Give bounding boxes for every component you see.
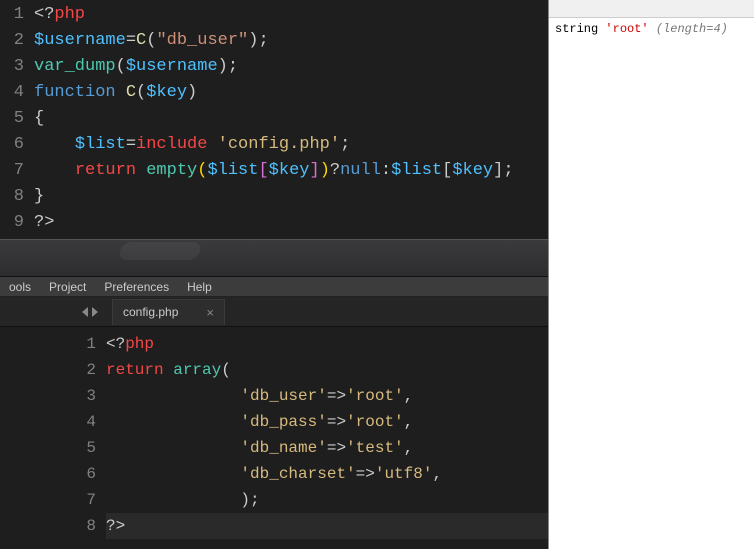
window-divider[interactable] (0, 239, 548, 277)
code-area-top[interactable]: 123456789 <?php$username=C("db_user");va… (0, 0, 548, 236)
editor-top-pane: 123456789 <?php$username=C("db_user");va… (0, 0, 548, 239)
menu-item-project[interactable]: Project (40, 280, 95, 294)
code-top[interactable]: <?php$username=C("db_user");var_dump($us… (34, 2, 548, 236)
line-number: 4 (72, 409, 96, 435)
output-value: 'root' (605, 22, 648, 36)
menu-bar: oolsProjectPreferencesHelp (0, 277, 548, 297)
line-number: 7 (72, 487, 96, 513)
line-number: 8 (72, 513, 96, 539)
tab-bar: config.php × (0, 297, 548, 327)
line-number: 8 (0, 184, 24, 210)
code-line[interactable]: } (34, 184, 548, 210)
output-type: string (555, 22, 605, 36)
line-number: 2 (0, 28, 24, 54)
output-header (549, 0, 754, 18)
menu-item-ools[interactable]: ools (0, 280, 40, 294)
line-number: 3 (0, 54, 24, 80)
code-line[interactable]: function C($key) (34, 80, 548, 106)
code-line[interactable]: 'db_name'=>'test', (106, 435, 548, 461)
output-content: string 'root' (length=4) (549, 18, 754, 40)
menu-item-help[interactable]: Help (178, 280, 221, 294)
code-area-bottom[interactable]: 12345678 <?phpreturn array( 'db_user'=>'… (0, 327, 548, 539)
code-line[interactable]: $username=C("db_user"); (34, 28, 548, 54)
line-number: 9 (0, 210, 24, 236)
line-number: 7 (0, 158, 24, 184)
code-line[interactable]: <?php (106, 331, 548, 357)
close-icon[interactable]: × (206, 305, 214, 320)
tab-config[interactable]: config.php × (112, 299, 225, 325)
code-line[interactable]: { (34, 106, 548, 132)
code-line[interactable]: ); (106, 487, 548, 513)
line-number: 6 (0, 132, 24, 158)
gutter-top: 123456789 (0, 2, 34, 236)
code-line[interactable]: return empty($list[$key])?null:$list[$ke… (34, 158, 548, 184)
menu-item-preferences[interactable]: Preferences (95, 280, 178, 294)
line-number: 4 (0, 80, 24, 106)
tab-arrow-group (72, 307, 108, 317)
line-number: 2 (72, 357, 96, 383)
code-line[interactable]: ?> (106, 513, 548, 539)
code-bottom[interactable]: <?phpreturn array( 'db_user'=>'root', 'd… (106, 331, 548, 539)
line-number: 5 (72, 435, 96, 461)
code-line[interactable]: $list=include 'config.php'; (34, 132, 548, 158)
code-line[interactable]: var_dump($username); (34, 54, 548, 80)
line-number: 1 (72, 331, 96, 357)
output-length: (length=4) (656, 22, 728, 36)
tab-arrow-left-icon[interactable] (82, 307, 88, 317)
gutter-bottom: 12345678 (72, 331, 106, 539)
line-number: 3 (72, 383, 96, 409)
code-line[interactable]: <?php (34, 2, 548, 28)
code-line[interactable]: 'db_user'=>'root', (106, 383, 548, 409)
editor-bottom-pane: 12345678 <?phpreturn array( 'db_user'=>'… (0, 327, 548, 549)
line-number: 6 (72, 461, 96, 487)
tab-filename: config.php (123, 305, 178, 319)
code-line[interactable]: 'db_charset'=>'utf8', (106, 461, 548, 487)
code-line[interactable]: return array( (106, 357, 548, 383)
code-line[interactable]: 'db_pass'=>'root', (106, 409, 548, 435)
code-line[interactable]: ?> (34, 210, 548, 236)
tab-arrow-right-icon[interactable] (92, 307, 98, 317)
output-panel: string 'root' (length=4) (548, 0, 754, 549)
line-number: 1 (0, 2, 24, 28)
line-number: 5 (0, 106, 24, 132)
